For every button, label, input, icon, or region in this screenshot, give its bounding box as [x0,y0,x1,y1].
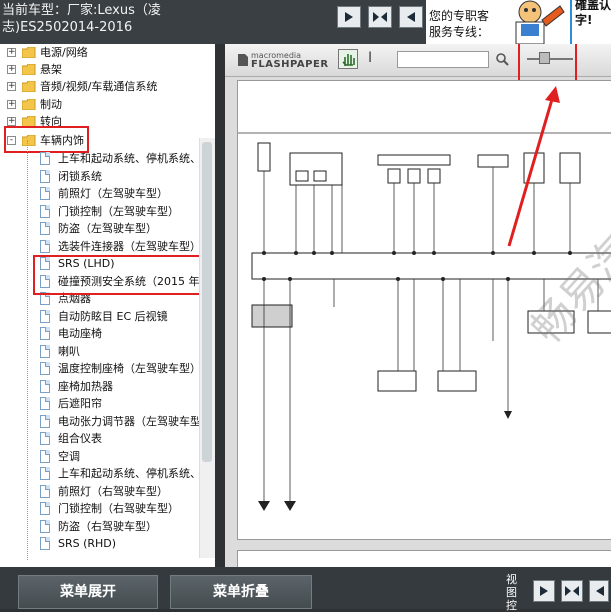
tree-item-label: SRS (RHD) [58,537,117,550]
fit-width-button[interactable] [561,580,583,602]
prev-page-button[interactable] [589,580,609,602]
document-icon [40,327,50,340]
hotline-panel: 您的专职客服务专线： [426,0,494,44]
expand-plus-icon[interactable]: + [7,65,16,74]
sidebar-scrollbar[interactable] [199,138,215,558]
expand-plus-icon[interactable]: + [7,82,16,91]
search-input[interactable] [397,51,489,68]
document-icon [40,379,50,393]
tree-item-label: 空调 [58,449,80,463]
document-icon [40,432,50,445]
flashpaper-toolbar: macromedia FLASHPAPER I [225,44,611,82]
arrow-right-icon [345,12,353,22]
arrow-left-icon [596,586,604,596]
car-model-title: 当前车型：厂家:Lexus（凌志)ES2502014-2016 [2,3,161,35]
bottom-bar: 菜单展开 菜单折叠 视图控 [0,567,611,612]
document-icon [40,239,50,253]
document-icon [40,152,50,165]
tree-item-label: 组合仪表 [58,432,102,445]
expand-plus-icon[interactable]: + [7,100,16,109]
tree-item-label: 电动张力调节器（左驾驶车型 [58,414,201,428]
highlight-box-folder [4,126,89,153]
mascot-image [494,0,570,45]
tree-item-label: 上车和起动系统、停机系统、 [58,152,201,165]
expand-plus-icon[interactable]: + [7,117,16,126]
highlight-box-items [33,255,206,295]
tree-folder-label: 悬架 [40,63,62,76]
fit-page-button[interactable] [368,6,392,28]
tree-item-label: 自动防眩目 EC 后视镜 [58,309,168,323]
tree-item-label: 门锁控制（左驾驶车型） [58,204,179,218]
tree-item-label: 防盗（左驾驶车型） [58,222,157,235]
arrow-left-icon [407,12,415,22]
tree-item-label: 上车和起动系统、停机系统、 [58,467,201,480]
arrows-inward-icon [565,586,579,596]
hotline-text: 您的专职客服务专线： [429,9,490,39]
folder-icon [22,64,36,75]
highlight-box-zoom [518,44,577,82]
mascot-icon [515,0,565,45]
document-icon [40,449,50,463]
logo-line-2: FLASHPAPER [251,59,329,70]
scrollbar-thumb[interactable] [202,142,212,462]
sidebar-tree: + 电源/网络 + 悬架 + 音频/视频/车载通信系统 + 制动 + 转向 - … [0,44,215,567]
tree-item-label: 温度控制座椅（左驾驶车型） [58,362,201,375]
document-icon [40,519,50,533]
text-select-tool[interactable]: I [368,50,372,66]
document-icon [40,344,50,358]
tree-folder-label: 制动 [40,98,62,111]
document-icon [40,204,50,218]
first-page-button[interactable] [337,6,361,28]
hand-icon [342,54,355,66]
tree-item-label: 前照灯（右驾驶车型） [58,484,168,498]
menu-expand-button[interactable]: 菜单展开 [18,575,158,609]
tree-item-label: 电动座椅 [58,327,102,340]
document-viewer: macromedia FLASHPAPER I 畅易汽维修 [225,44,611,567]
flashpaper-logo-icon [238,54,248,66]
arrows-inward-icon [373,12,387,22]
folder-icon [22,81,36,92]
folder-icon [22,47,36,58]
hand-tool-button[interactable] [338,49,358,69]
document-icon [40,467,50,480]
menu-collapse-button[interactable]: 菜单折叠 [170,575,312,609]
view-control-label: 视图控 [506,573,517,612]
bubble-text: 確盖认字! [575,0,611,27]
arrow-right-icon [540,586,548,596]
tree-folder-label: 音频/视频/车载通信系统 [40,80,158,93]
speech-bubble: 確盖认字! [570,0,611,44]
document-icon [40,537,50,550]
search-icon[interactable] [495,52,509,66]
top-bar: 当前车型：厂家:Lexus（凌志)ES2502014-2016 您的专职客服务专… [0,0,611,45]
tree-item-label: 闭锁系统 [58,169,102,183]
tree-item-label: 门锁控制（右驾驶车型） [58,502,179,515]
tree-item-label: 喇叭 [58,344,80,358]
document-icon [40,502,50,515]
tree-item-label: 后遮阳帘 [58,397,102,410]
expand-plus-icon[interactable]: + [7,48,16,57]
document-icon [40,484,50,498]
document-icon [40,362,50,375]
last-page-button[interactable] [399,6,423,28]
document-icon [40,222,50,235]
tree-guide-line [27,140,28,560]
document-icon [40,397,50,410]
tree-item-label: 防盗（右驾驶车型） [58,519,157,533]
tree-item-label: 前照灯（左驾驶车型） [58,187,168,200]
document-icon [40,309,50,323]
document-icon [40,169,50,183]
next-page-button[interactable] [533,580,555,602]
folder-icon [22,99,36,110]
tree-folder-label: 电源/网络 [40,46,88,59]
document-icon [40,414,50,428]
document-page-next [237,550,611,567]
flashpaper-logo: macromedia FLASHPAPER [237,51,329,70]
tree-item-label: 座椅加热器 [58,379,113,393]
document-icon [40,187,50,200]
tree-item-label: 选装件连接器（左驾驶车型） [58,239,201,253]
